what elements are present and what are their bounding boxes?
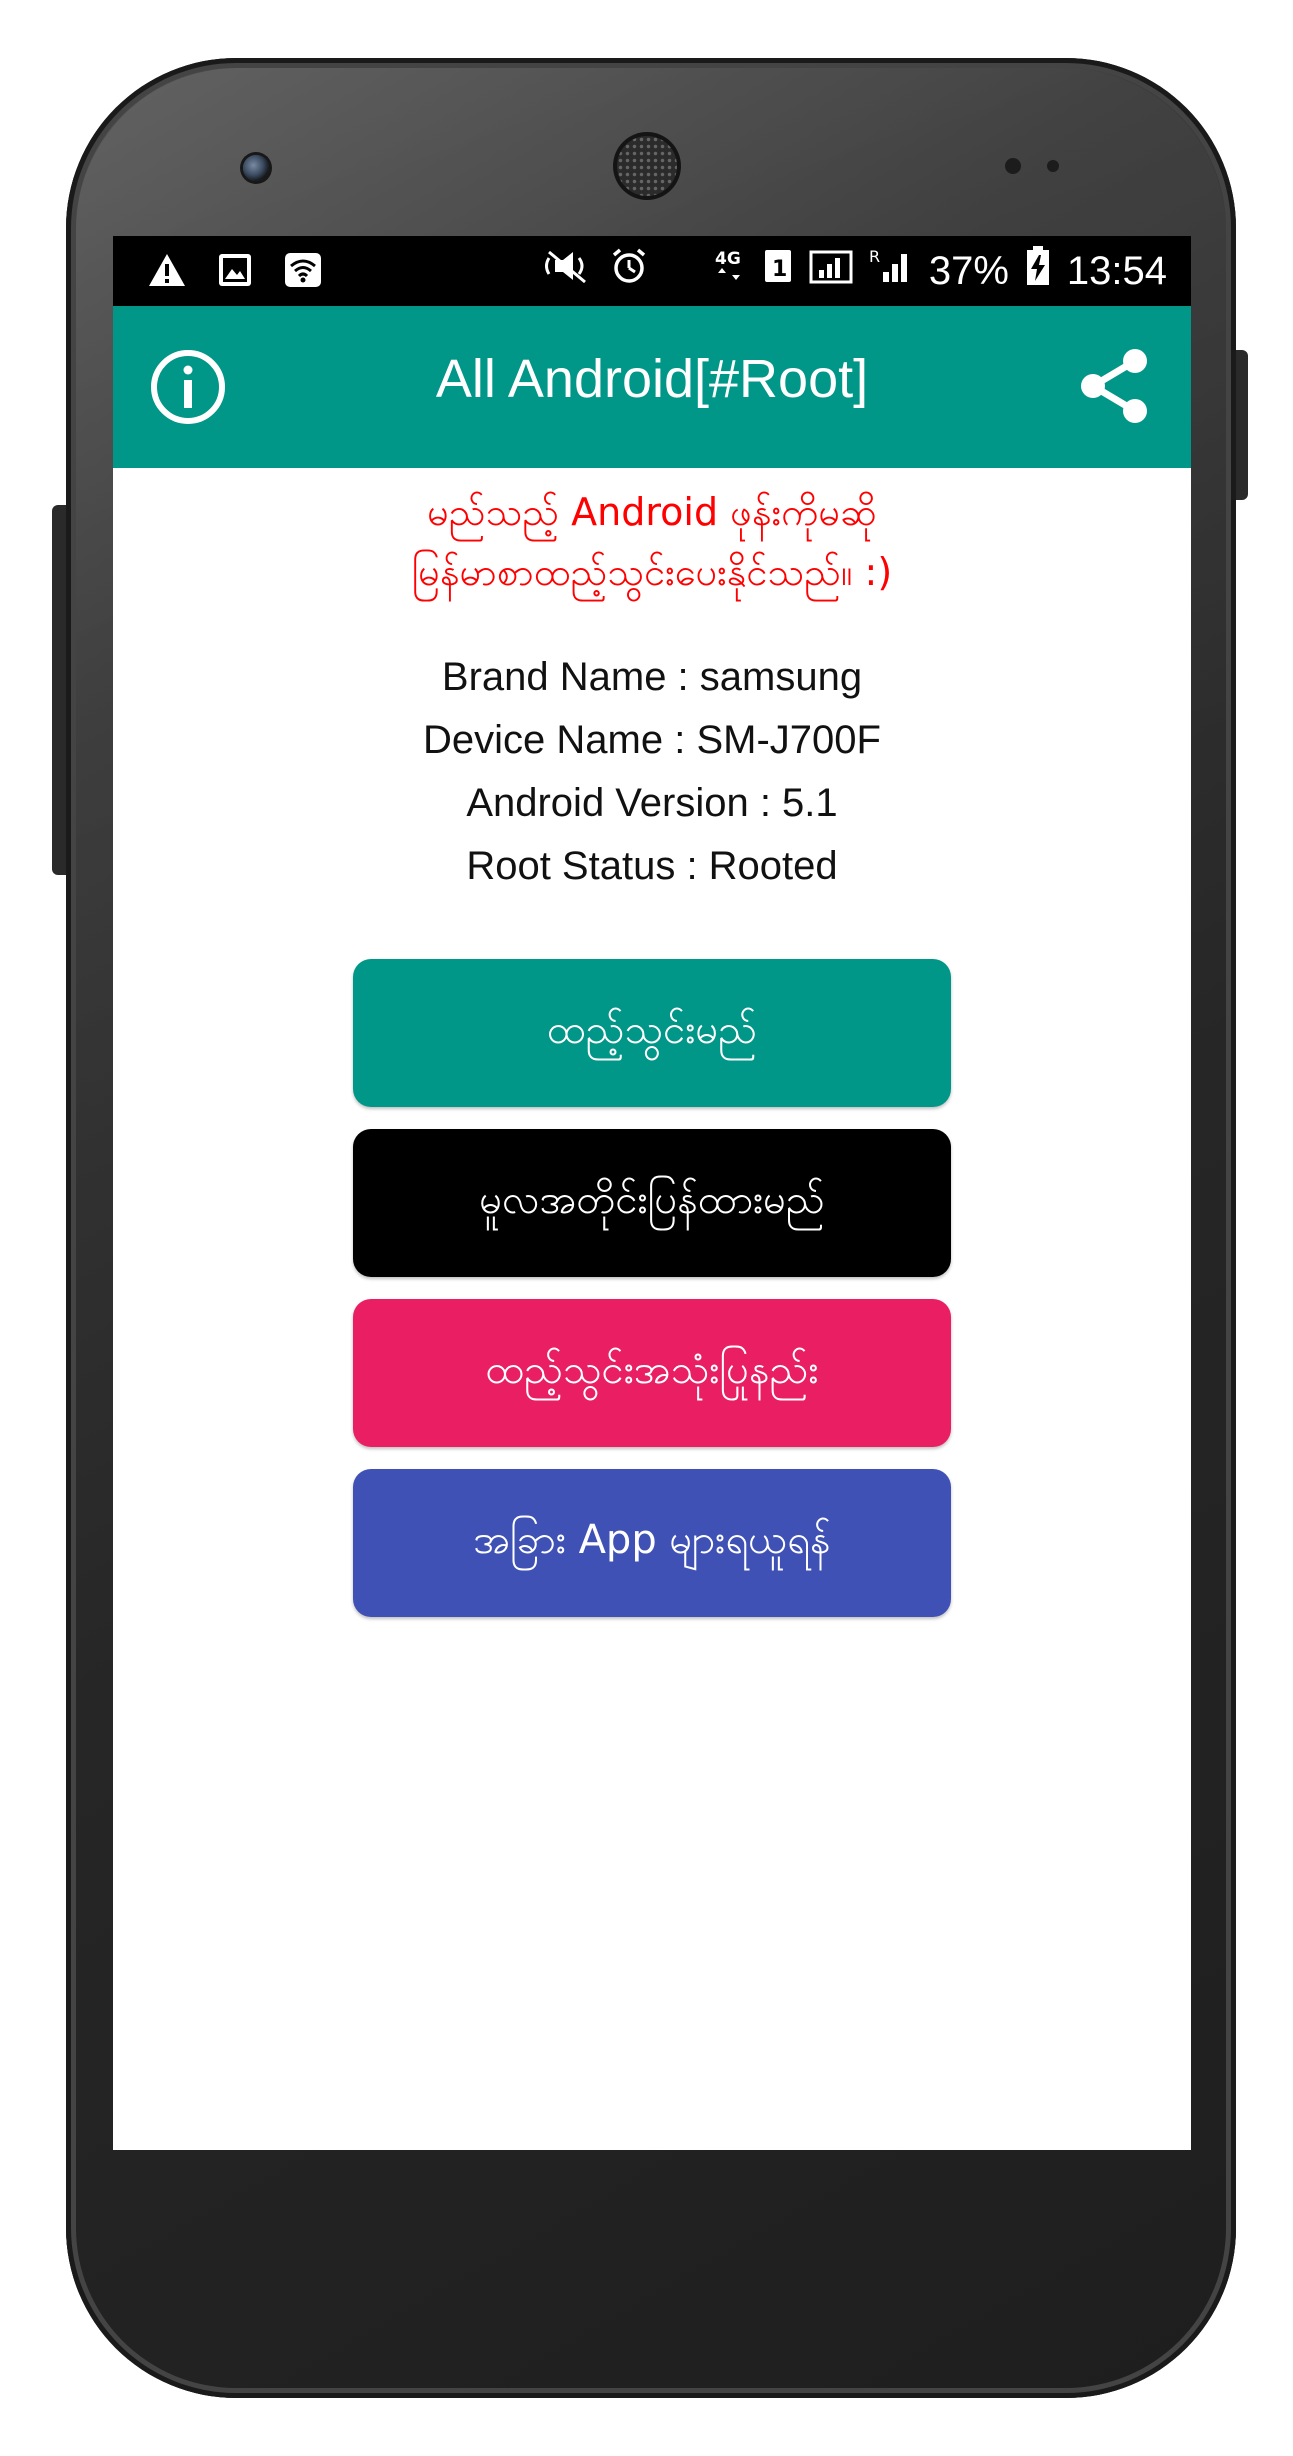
android-version-text: Android Version : 5.1 xyxy=(466,781,838,825)
device-name-text: Device Name : SM-J700F xyxy=(423,718,881,762)
clock: 13:54 xyxy=(1066,248,1167,293)
brand-name-text: Brand Name : samsung xyxy=(441,655,863,699)
image-icon xyxy=(215,250,255,290)
sim-icon: 1 xyxy=(763,246,793,296)
battery-charging-icon xyxy=(1025,245,1051,297)
earpiece-speaker xyxy=(617,136,677,196)
share-button[interactable] xyxy=(1075,346,1155,426)
signal-roaming-icon: R xyxy=(869,246,913,296)
app-bar: All Android[#Root] xyxy=(113,306,1191,468)
alarm-icon xyxy=(609,246,649,296)
device-info: Brand Name : samsung Device Name : SM-J7… xyxy=(113,646,1191,898)
battery-percent: 37% xyxy=(928,248,1009,293)
app-title: All Android[#Root] xyxy=(435,349,869,409)
wifi-icon xyxy=(283,250,323,290)
action-buttons: ထည့်သွင်းမည် မူလအတိုင်းပြန်ထားမည် ထည့်သွ… xyxy=(353,959,951,1639)
restore-default-button[interactable]: မူလအတိုင်းပြန်ထားမည် xyxy=(353,1129,951,1277)
proximity-sensor xyxy=(1005,158,1021,174)
how-to-use-button[interactable]: ထည့်သွင်းအသုံးပြုနည်း xyxy=(353,1299,951,1447)
svg-text:1: 1 xyxy=(772,257,787,282)
warning-icon xyxy=(147,250,187,290)
signal-icon xyxy=(809,246,853,296)
share-icon xyxy=(1081,349,1147,423)
svg-text:R: R xyxy=(869,247,880,266)
svg-text:4G: 4G xyxy=(715,249,741,269)
screen: 4G 1 R 37% 13:54 All Android[#Root] မည်သ… xyxy=(113,236,1191,2150)
root-status-text: Root Status : Rooted xyxy=(466,844,838,888)
install-button[interactable]: ထည့်သွင်းမည် xyxy=(353,959,951,1107)
get-other-apps-button[interactable]: အခြား App များရယူရန် xyxy=(353,1469,951,1617)
tagline-line-1: မည်သည့် Android ဖုန်းကိုမဆို xyxy=(427,490,877,534)
status-bar: 4G 1 R 37% 13:54 xyxy=(113,236,1191,306)
tagline: မည်သည့် Android ဖုန်းကိုမဆို မြန်မာစာထည့… xyxy=(113,482,1191,602)
mute-icon xyxy=(543,246,593,296)
light-sensor xyxy=(1047,160,1059,172)
tagline-line-2: မြန်မာစာထည့်သွင်းပေးနိုင်သည်။ :) xyxy=(411,550,893,594)
4g-lte-icon: 4G xyxy=(713,246,747,296)
front-camera xyxy=(243,155,269,181)
